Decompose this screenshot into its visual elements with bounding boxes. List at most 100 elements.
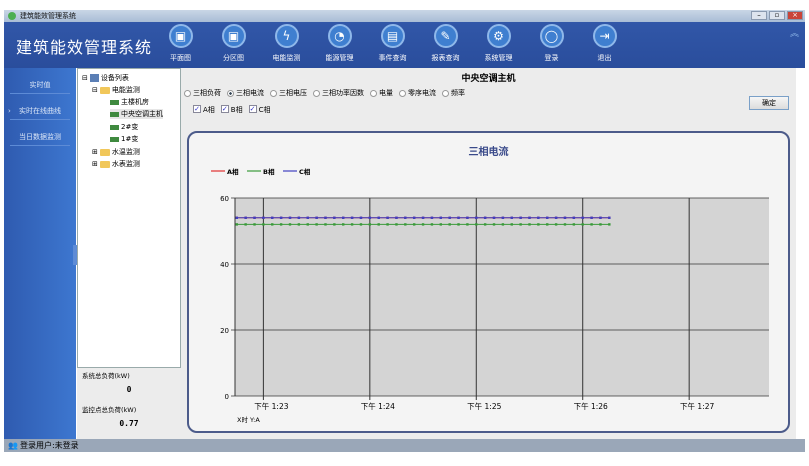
checkbox[interactable]: ✓ bbox=[248, 105, 257, 113]
close-button[interactable]: × bbox=[787, 11, 803, 20]
data-point bbox=[430, 216, 434, 219]
sidebar-item-online-curve[interactable]: 实时在线曲线 bbox=[10, 94, 70, 120]
nav-label: 能源管理 bbox=[325, 54, 354, 62]
radio-option[interactable]: 三相负荷 bbox=[184, 88, 221, 98]
nav-report-button[interactable]: ✎ 报表查询 bbox=[419, 24, 472, 63]
x-axis-label: X时 Y:A bbox=[237, 415, 260, 424]
data-point bbox=[421, 216, 425, 219]
radio-button[interactable] bbox=[399, 89, 406, 97]
sidebar-item-realtime[interactable]: 实时值 bbox=[10, 68, 70, 94]
nav-user-button[interactable]: ◯ 登录 bbox=[525, 24, 578, 63]
radio-button[interactable] bbox=[442, 89, 449, 97]
data-point bbox=[599, 223, 602, 226]
data-point bbox=[546, 216, 549, 219]
data-point bbox=[412, 223, 416, 226]
phase-checkbox[interactable]: ✓ A相 bbox=[193, 105, 215, 115]
legend-label: A相 bbox=[227, 167, 239, 176]
data-point bbox=[457, 223, 460, 226]
data-point bbox=[439, 223, 442, 226]
collapse-icon[interactable]: ︽ bbox=[790, 26, 799, 39]
radio-option[interactable]: 三相功率因数 bbox=[313, 88, 364, 98]
data-point bbox=[386, 216, 389, 219]
window-title: 建筑能效管理系统 bbox=[20, 12, 76, 20]
data-point bbox=[324, 223, 327, 226]
radio-button[interactable] bbox=[227, 89, 234, 97]
exit-icon: ⇥ bbox=[592, 24, 617, 48]
data-point bbox=[386, 223, 389, 226]
user-icon: ◯ bbox=[539, 24, 564, 48]
radio-option[interactable]: 电量 bbox=[370, 88, 393, 98]
confirm-button[interactable]: 确定 bbox=[749, 96, 789, 110]
nav-label: 分区图 bbox=[223, 54, 244, 62]
tree-node-water-meter[interactable]: ⊞ 水表监测 bbox=[92, 159, 140, 169]
checkbox[interactable]: ✓ bbox=[220, 105, 229, 113]
nav-lightning-button[interactable]: ϟ 电能监测 bbox=[260, 24, 313, 63]
phase-checkbox[interactable]: ✓ B相 bbox=[220, 105, 243, 115]
data-point bbox=[608, 216, 611, 219]
computer-icon bbox=[89, 74, 99, 82]
nav-gear-button[interactable]: ⚙ 系统管理 bbox=[472, 24, 525, 63]
chart-panel: 三相电流 0 20 40 60 下午 1:23 下午 1:24 下午 1:25 下午 1:26… bbox=[187, 131, 790, 433]
tree-node-water-temp[interactable]: ⊞ 水温监测 bbox=[92, 147, 140, 157]
data-point bbox=[377, 223, 380, 226]
nav-monitor-button[interactable]: ▣ 平面图 bbox=[154, 24, 207, 63]
data-point bbox=[404, 223, 407, 226]
nav-event-button[interactable]: ▤ 事件查询 bbox=[366, 24, 419, 63]
data-point bbox=[483, 223, 487, 226]
sidebar-item-daily-data[interactable]: 当日数据监测 bbox=[10, 120, 70, 146]
data-point bbox=[599, 216, 602, 219]
radio-button[interactable] bbox=[184, 89, 191, 97]
data-point bbox=[572, 223, 576, 226]
maximize-button[interactable]: ▫ bbox=[769, 11, 785, 20]
nav-exit-button[interactable]: ⇥ 退出 bbox=[578, 24, 631, 63]
radio-option[interactable]: 三相电流 bbox=[227, 88, 264, 98]
data-point bbox=[288, 216, 292, 219]
folder-icon bbox=[99, 160, 110, 168]
data-point bbox=[537, 223, 540, 226]
minimize-button[interactable]: – bbox=[751, 11, 767, 20]
data-point bbox=[439, 216, 442, 219]
monitor-icon: ▣ bbox=[221, 24, 246, 48]
data-point bbox=[333, 216, 336, 219]
gauge-icon: ◔ bbox=[327, 24, 352, 48]
radio-option[interactable]: 零序电流 bbox=[399, 88, 436, 98]
nav-label: 平面图 bbox=[170, 54, 191, 62]
data-point bbox=[235, 216, 238, 219]
folder-icon bbox=[99, 86, 110, 94]
phase-checkbox[interactable]: ✓ C相 bbox=[248, 105, 271, 115]
tree-node-device[interactable]: 2#变 bbox=[110, 122, 138, 132]
x-tick-label: 下午 1:26 bbox=[574, 401, 608, 411]
data-point bbox=[333, 223, 336, 226]
data-point bbox=[501, 216, 505, 219]
data-point bbox=[421, 223, 425, 226]
x-tick-label: 下午 1:24 bbox=[361, 401, 395, 411]
radio-button[interactable] bbox=[313, 89, 320, 97]
data-point bbox=[590, 216, 593, 219]
radio-option[interactable]: 频率 bbox=[442, 88, 465, 98]
data-point bbox=[528, 223, 531, 226]
data-point bbox=[501, 223, 505, 226]
data-point bbox=[279, 223, 283, 226]
data-point bbox=[448, 216, 451, 219]
radio-button[interactable] bbox=[370, 89, 377, 97]
nav-gauge-button[interactable]: ◔ 能源管理 bbox=[313, 24, 366, 63]
data-point bbox=[271, 223, 274, 226]
data-point bbox=[475, 216, 478, 219]
data-point bbox=[608, 223, 611, 226]
data-point bbox=[448, 223, 451, 226]
data-point bbox=[288, 223, 292, 226]
tree-node-device[interactable]: 主楼机房 bbox=[110, 97, 149, 107]
device-icon bbox=[110, 136, 119, 142]
tree-root[interactable]: ⊟ 设备列表 bbox=[82, 73, 129, 83]
system-load-label: 系统总负荷(kW) bbox=[82, 372, 130, 380]
data-point bbox=[395, 223, 398, 226]
tree-node-device-selected[interactable]: 中央空调主机 bbox=[110, 109, 163, 119]
checkbox[interactable]: ✓ bbox=[193, 105, 201, 113]
nav-monitor-button[interactable]: ▣ 分区图 bbox=[207, 24, 260, 63]
radio-option[interactable]: 三相电压 bbox=[270, 88, 307, 98]
data-point bbox=[262, 223, 265, 226]
radio-button[interactable] bbox=[270, 89, 277, 97]
tree-node-device[interactable]: 1#变 bbox=[110, 134, 138, 144]
tree-node-power[interactable]: ⊟ 电能监测 bbox=[92, 85, 140, 95]
gear-icon: ⚙ bbox=[486, 24, 511, 48]
